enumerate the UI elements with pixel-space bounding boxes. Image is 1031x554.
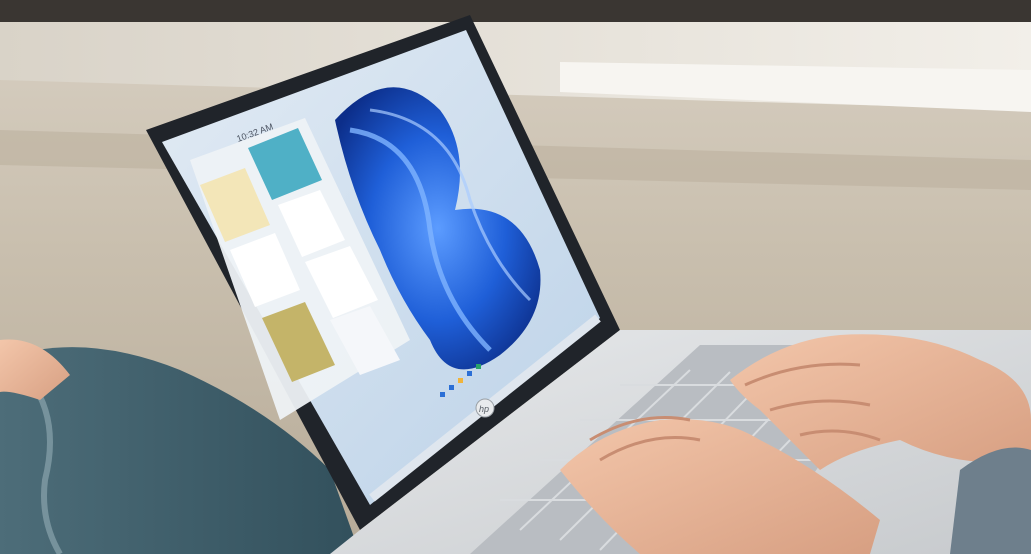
photo-scene: 10:32 AM hp (0, 0, 1031, 554)
top-shadow (0, 0, 1031, 22)
hp-logo-text: hp (479, 404, 489, 414)
